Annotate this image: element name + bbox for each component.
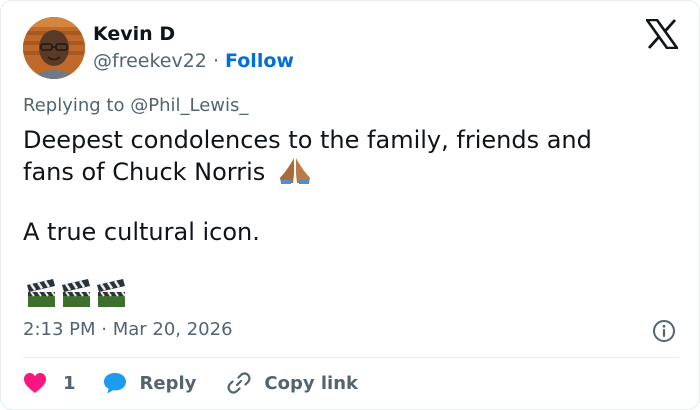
author-handle[interactable]: @freekev22 xyxy=(93,50,207,72)
separator-dot: · xyxy=(212,50,219,72)
tweet-text-line-2-text: fans of Chuck Norris xyxy=(23,158,266,186)
tweet-timestamp[interactable]: 2:13 PM · Mar 20, 2026 xyxy=(23,319,233,340)
reply-label: Reply xyxy=(139,372,197,394)
link-icon xyxy=(226,370,252,396)
tweet-text-line-1: Deepest condolences to the family, frien… xyxy=(23,126,592,154)
tweet-card: Kevin D @freekev22 · Follow Replying to … xyxy=(0,0,700,410)
heart-icon xyxy=(23,372,47,394)
emoji-row xyxy=(25,277,127,309)
tweet-text-line-2: fans of Chuck Norris xyxy=(23,156,311,191)
clapper-board-icon xyxy=(60,277,92,309)
speech-bubble-icon xyxy=(102,371,128,395)
reply-button[interactable]: Reply xyxy=(102,371,197,395)
x-logo-icon[interactable] xyxy=(644,18,680,50)
tweet-text-line-3: A true cultural icon. xyxy=(23,218,260,246)
replying-to-mention[interactable]: @Phil_Lewis_ xyxy=(130,95,248,116)
info-icon[interactable] xyxy=(652,319,676,343)
like-count: 1 xyxy=(63,372,76,394)
clapper-board-icon xyxy=(95,277,127,309)
divider xyxy=(23,357,679,358)
copy-link-label: Copy link xyxy=(264,372,358,394)
replying-to-prefix: Replying to xyxy=(23,95,125,116)
action-bar: 1 Reply Copy link xyxy=(23,367,358,399)
clapper-board-icon xyxy=(25,277,57,309)
folded-hands-icon xyxy=(279,156,311,191)
avatar[interactable] xyxy=(23,17,85,79)
author-name[interactable]: Kevin D xyxy=(93,23,175,45)
like-button[interactable]: 1 xyxy=(23,372,76,394)
follow-button[interactable]: Follow xyxy=(225,50,294,72)
replying-to: Replying to @Phil_Lewis_ xyxy=(23,95,248,116)
author-handle-line: @freekev22 · Follow xyxy=(93,50,294,72)
copy-link-button[interactable]: Copy link xyxy=(226,370,358,396)
